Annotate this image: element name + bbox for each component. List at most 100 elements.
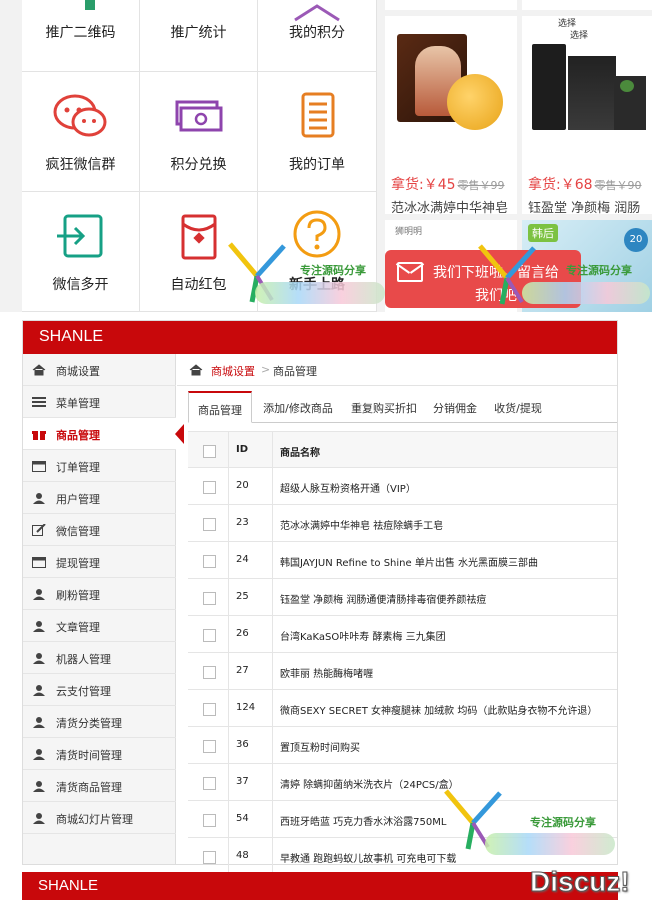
tab-distribution-commission[interactable]: 分销佣金 — [426, 391, 484, 423]
sidebar-item-label: 菜单管理 — [56, 397, 100, 410]
product-card-top-right[interactable] — [522, 0, 652, 10]
row-id: 37 — [236, 776, 249, 787]
row-checkbox[interactable] — [203, 703, 216, 716]
tab-product-management[interactable]: 商品管理 — [188, 391, 252, 423]
row-checkbox[interactable] — [203, 777, 216, 790]
sidebar-item-clearance-products[interactable]: 清货商品管理 — [23, 770, 176, 802]
sidebar-item-withdraw[interactable]: 提现管理 — [23, 546, 176, 578]
users-icon — [33, 493, 45, 504]
users-icon — [33, 589, 45, 600]
watermark-text: 专注源码分享 — [566, 264, 632, 277]
table-row[interactable]: 20 超级人脉互粉资格开通（VIP） — [188, 468, 617, 505]
sidebar-item-robot[interactable]: 机器人管理 — [23, 642, 176, 674]
sidebar-item-label: 文章管理 — [56, 621, 100, 634]
product-card-top-left[interactable] — [385, 0, 517, 10]
sidebar-item-products[interactable]: 商品管理 — [23, 418, 184, 450]
home-icon — [32, 364, 46, 376]
mobile-screenshot: 推广二维码 推广统计 我的积分 推广二维码 推广统计 我的积分 — [0, 0, 652, 312]
grid-item-wechat-group[interactable]: 疯狂微信群 — [22, 72, 140, 192]
sidebar-item-label: 清货时间管理 — [56, 749, 122, 762]
tab-repeat-discount[interactable]: 重复购买折扣 — [344, 391, 424, 423]
row-checkbox[interactable] — [203, 740, 216, 753]
edit-icon — [32, 524, 46, 536]
row-checkbox[interactable] — [203, 555, 216, 568]
row-id: 23 — [236, 517, 249, 528]
select-all-checkbox[interactable] — [203, 445, 216, 458]
table-row[interactable]: 26 台湾KaKaSO咔咔寿 酵素梅 三九集团 — [188, 616, 617, 653]
row-product-name: 微商SEXY SECRET 女神瘦腿袜 加绒款 均码（此款贴身衣物不允许退） — [280, 706, 598, 717]
tab-add-edit-product[interactable]: 添加/修改商品 — [254, 391, 342, 423]
sidebar-item-mall-settings[interactable]: 商城设置 — [23, 354, 176, 386]
row-id: 24 — [236, 554, 249, 565]
table-row[interactable]: 24 韩国JAYJUN Refine to Shine 单片出售 水光黑面膜三部曲 — [188, 542, 617, 579]
row-checkbox[interactable] — [203, 629, 216, 642]
breadcrumb-parent-link[interactable]: 商城设置 — [211, 363, 255, 379]
row-checkbox[interactable] — [203, 851, 216, 864]
row-product-name: 欧菲丽 热能酶梅啫喱 — [280, 669, 374, 680]
tab-bar: 商品管理 添加/修改商品 重复购买折扣 分销佣金 收货/提现 — [188, 391, 617, 423]
sidebar-item-articles[interactable]: 文章管理 — [23, 610, 176, 642]
sidebar-item-users[interactable]: 用户管理 — [23, 482, 176, 514]
watermark-text: 专注源码分享 — [300, 264, 366, 277]
cash-icon — [175, 100, 222, 132]
product-table: ID 商品名称 20 超级人脉互粉资格开通（VIP） 23 范冰冰满婷中华神皂 祛痘… — [188, 431, 617, 875]
grid-item-qr-code[interactable]: 推广二维码 — [22, 0, 140, 72]
product-card[interactable]: 选择 选择 拿货:￥68 零售￥90 钰盈堂 净颜梅 润肠 — [522, 16, 652, 216]
row-checkbox[interactable] — [203, 592, 216, 605]
grid-item-stats[interactable]: 推广统计 — [140, 0, 258, 72]
row-product-name: 钰盈堂 净颜梅 润肠通便清肠排毒宿便养颜祛痘 — [280, 595, 487, 606]
sidebar-item-cloud-pay[interactable]: 云支付管理 — [23, 674, 176, 706]
breadcrumb-current: 商品管理 — [273, 365, 317, 378]
blurred-watermark — [485, 833, 615, 855]
sidebar-item-slideshow[interactable]: 商城幻灯片管理 — [23, 802, 176, 834]
row-id: 25 — [236, 591, 249, 602]
tab-receipt-withdraw[interactable]: 收货/提现 — [486, 391, 550, 423]
order-list-icon — [301, 92, 335, 138]
grid-item-points[interactable]: 我的积分 — [258, 0, 376, 72]
table-row[interactable]: 27 欧菲丽 热能酶梅啫喱 — [188, 653, 617, 690]
row-id: 36 — [236, 739, 249, 750]
row-id: 48 — [236, 850, 249, 861]
grid-item-label: 我的订单 — [289, 157, 345, 173]
quantity-badge: 20 — [624, 228, 648, 252]
sidebar-item-wechat[interactable]: 微信管理 — [23, 514, 176, 546]
users-icon — [33, 685, 45, 696]
row-checkbox[interactable] — [203, 666, 216, 679]
sidebar-item-label: 用户管理 — [56, 493, 100, 506]
users-icon — [33, 653, 45, 664]
table-row[interactable]: 124 微商SEXY SECRET 女神瘦腿袜 加绒款 均码（此款贴身衣物不允许退… — [188, 690, 617, 727]
table-row[interactable]: 23 范冰冰满婷中华神皂 祛痘除螨手工皂 — [188, 505, 617, 542]
sidebar-item-label: 机器人管理 — [56, 653, 111, 666]
product-price: 拿货:￥45 零售￥99 — [391, 177, 505, 193]
sidebar-item-fans[interactable]: 刷粉管理 — [23, 578, 176, 610]
home-icon — [189, 364, 203, 376]
sidebar-item-clearance-time[interactable]: 清货时间管理 — [23, 738, 176, 770]
grid-item-points-exchange[interactable]: 积分兑换 — [140, 72, 258, 192]
grid-item-my-orders[interactable]: 我的订单 — [258, 72, 376, 192]
row-checkbox[interactable] — [203, 481, 216, 494]
row-product-name: 台湾KaKaSO咔咔寿 酵素梅 三九集团 — [280, 632, 446, 643]
sidebar-item-orders[interactable]: 订单管理 — [23, 450, 176, 482]
product-image — [385, 16, 517, 156]
table-row[interactable]: 36 置顶互粉时间购买 — [188, 727, 617, 764]
column-header-name[interactable]: 商品名称 — [280, 444, 320, 459]
table-header: ID 商品名称 — [188, 431, 617, 468]
column-header-id[interactable]: ID — [236, 444, 248, 455]
row-product-name: 超级人脉互粉资格开通（VIP） — [280, 484, 416, 495]
question-icon — [293, 210, 341, 258]
grid-item-label: 推广统计 — [170, 25, 227, 41]
product-card[interactable]: 拿货:￥45 零售￥99 范冰冰满婷中华神皂 — [385, 16, 517, 216]
row-checkbox[interactable] — [203, 814, 216, 827]
table-row[interactable]: 25 钰盈堂 净颜梅 润肠通便清肠排毒宿便养颜祛痘 — [188, 579, 617, 616]
sidebar-item-clearance-category[interactable]: 清货分类管理 — [23, 706, 176, 738]
product-price: 拿货:￥68 零售￥90 — [528, 177, 642, 193]
sidebar-item-label: 清货分类管理 — [56, 717, 122, 730]
grid-item-wechat-multi[interactable]: 微信多开 — [22, 192, 140, 312]
row-checkbox[interactable] — [203, 518, 216, 531]
sidebar-item-label: 刷粉管理 — [56, 589, 100, 602]
table-row[interactable]: 37 清婷 除螨抑菌纳米洗衣片（24PCS/盒） — [188, 764, 617, 801]
row-product-name: 韩国JAYJUN Refine to Shine 单片出售 水光黑面膜三部曲 — [280, 558, 539, 569]
sidebar-item-menu[interactable]: 菜单管理 — [23, 386, 176, 418]
sidebar-item-label: 订单管理 — [56, 461, 100, 474]
row-product-name: 置顶互粉时间购买 — [280, 743, 360, 754]
